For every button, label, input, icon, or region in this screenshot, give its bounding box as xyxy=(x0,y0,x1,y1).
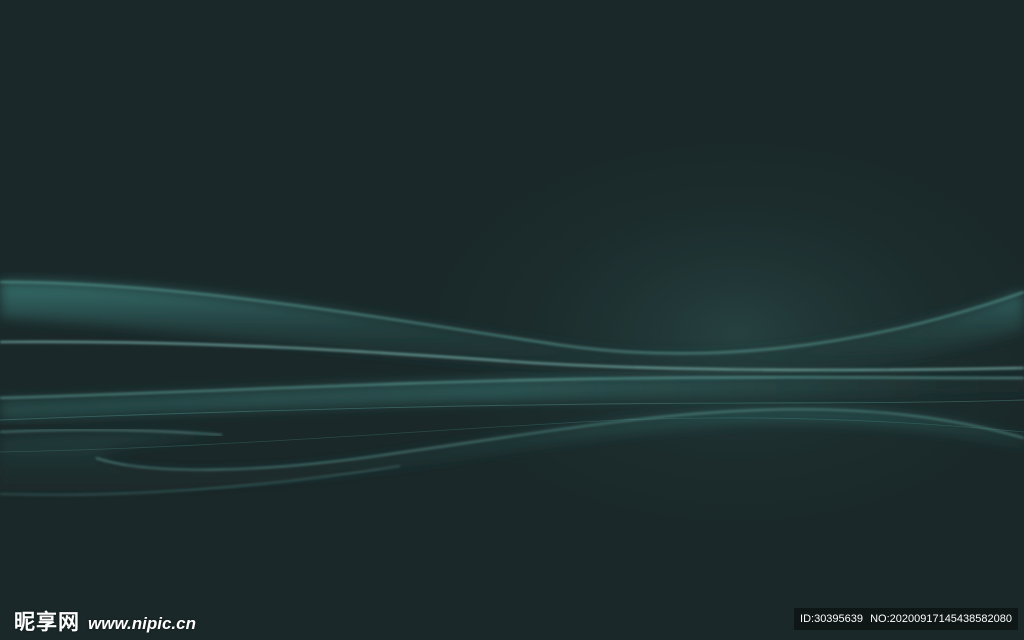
teal-wave-artwork xyxy=(0,0,1024,640)
site-watermark: 昵享网 www.nipic.cn xyxy=(14,606,196,634)
watermark-url: www.nipic.cn xyxy=(88,614,196,633)
wallpaper-canvas: 昵享网 www.nipic.cn ID:30395639 NO:20200917… xyxy=(0,0,1024,640)
image-id-watermark: ID:30395639 NO:20200917145438582080 xyxy=(794,608,1018,630)
watermark-id: ID:30395639 xyxy=(800,613,864,625)
watermark-no: NO:20200917145438582080 xyxy=(870,613,1012,625)
watermark-brand: 昵享网 xyxy=(14,610,80,634)
